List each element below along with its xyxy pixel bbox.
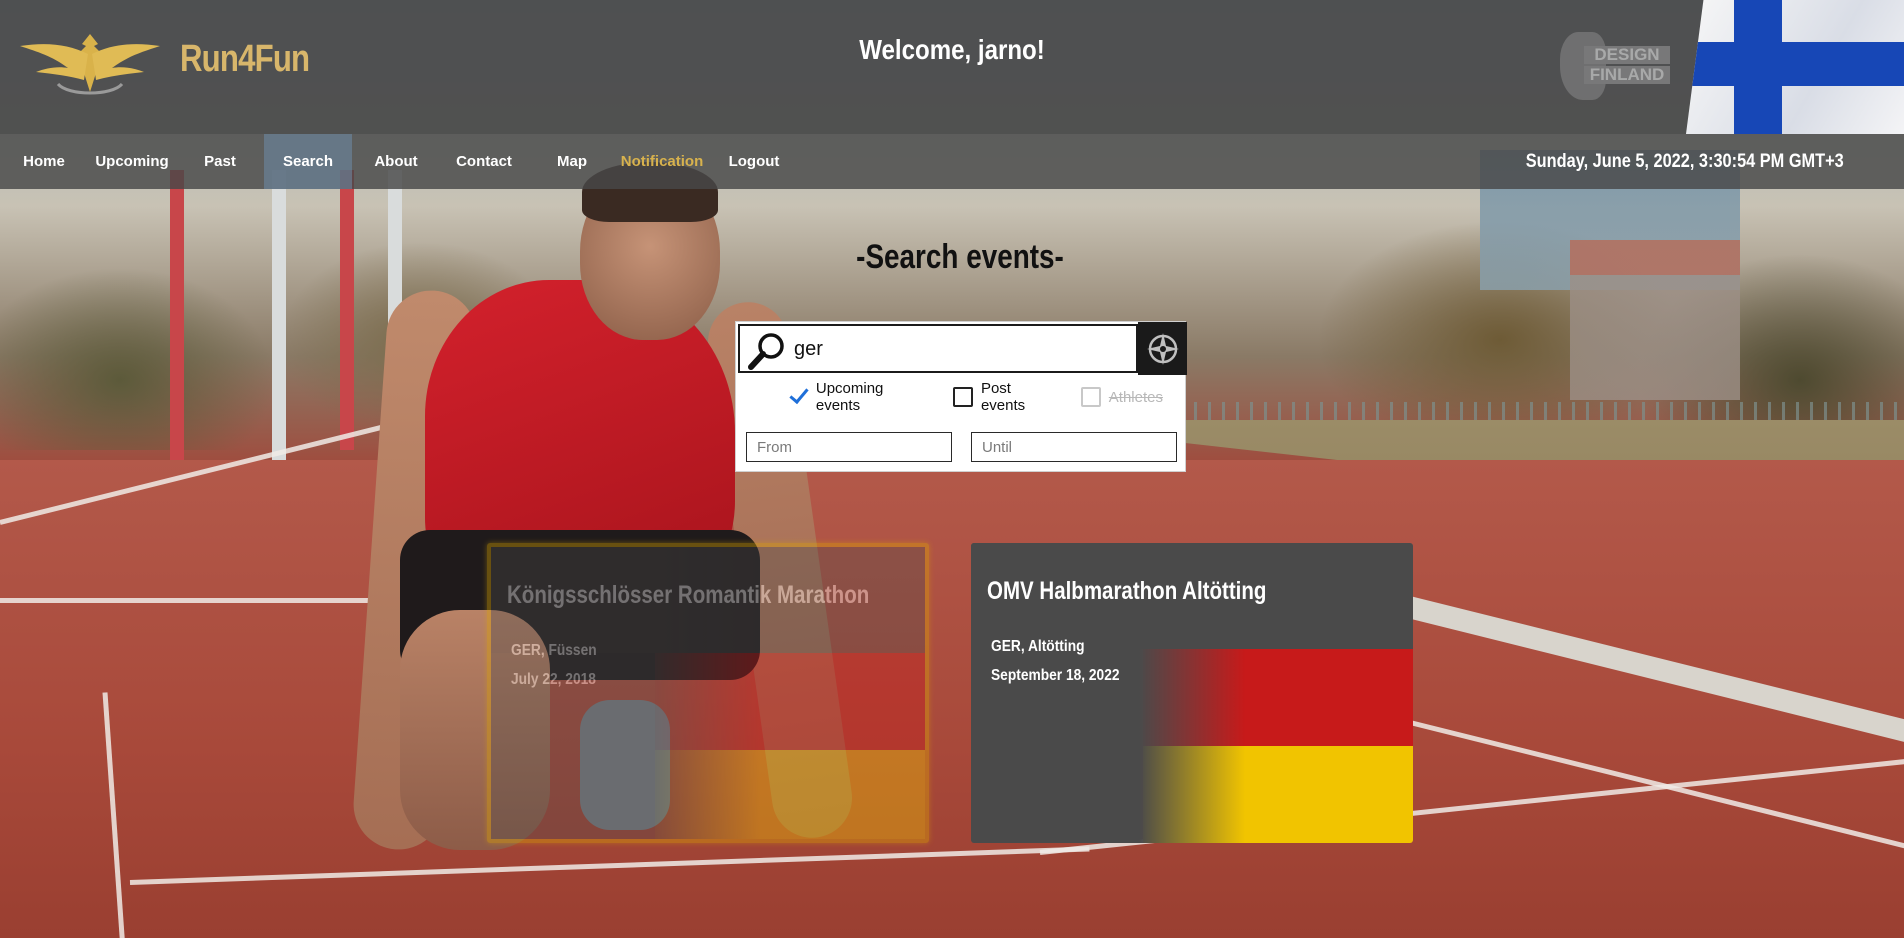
upcoming-events-option[interactable]: Upcoming events <box>788 380 931 414</box>
nav-contact[interactable]: Contact <box>440 134 528 189</box>
event-title: OMV Halbmarathon Altötting <box>987 577 1267 605</box>
event-date: July 22, 2018 <box>511 671 596 688</box>
nav-about[interactable]: About <box>352 134 440 189</box>
past-events-option[interactable]: Post events <box>953 380 1059 414</box>
compass-icon <box>1146 332 1179 365</box>
event-location: GER, Altötting <box>991 638 1085 655</box>
option-label: Upcoming events <box>815 380 884 414</box>
nav-notification[interactable]: Notification <box>618 134 706 189</box>
finland-flag-icon <box>1686 0 1904 134</box>
search-options: Upcoming events Post events Athletes <box>788 380 1185 414</box>
past-checkbox[interactable] <box>953 387 973 407</box>
main-nav: Home Upcoming Past Search About Contact … <box>0 134 1904 189</box>
option-label: Post events <box>980 380 1026 414</box>
upcoming-checkbox[interactable] <box>788 387 808 407</box>
search-box <box>738 324 1138 373</box>
from-date-input[interactable] <box>746 432 952 462</box>
design-finland-badge: DESIGN FINLAND <box>1560 32 1670 100</box>
search-input[interactable] <box>794 333 1124 365</box>
until-date-input[interactable] <box>971 432 1177 462</box>
nav-past[interactable]: Past <box>176 134 264 189</box>
athletes-checkbox <box>1080 387 1101 407</box>
locate-button[interactable] <box>1138 322 1187 375</box>
event-location: GER, Füssen <box>511 642 597 659</box>
background-pole <box>170 170 184 460</box>
page-title: -Search events- <box>856 238 1064 276</box>
nav-logout[interactable]: Logout <box>710 134 798 189</box>
nav-search[interactable]: Search <box>264 134 352 189</box>
event-date: September 18, 2022 <box>991 667 1120 684</box>
event-title: Königsschlösser Romantik Marathon <box>507 581 870 609</box>
current-datetime: Sunday, June 5, 2022, 3:30:54 PM GMT+3 <box>1525 150 1844 172</box>
search-panel: Upcoming events Post events Athletes <box>735 321 1187 472</box>
welcome-message: Welcome, jarno! <box>859 34 1045 65</box>
badge-text: FINLAND <box>1584 66 1670 84</box>
nav-upcoming[interactable]: Upcoming <box>88 134 176 189</box>
option-label: Athletes <box>1108 388 1163 406</box>
magnifier-icon[interactable] <box>748 332 786 370</box>
badge-text: DESIGN <box>1584 46 1670 64</box>
site-header: Run4Fun Welcome, jarno! DESIGN FINLAND <box>0 0 1904 134</box>
nav-home[interactable]: Home <box>0 134 88 189</box>
event-card[interactable]: OMV Halbmarathon Altötting GER, Altöttin… <box>971 543 1413 843</box>
background-pole <box>272 170 286 460</box>
athletes-option: Athletes <box>1080 387 1163 407</box>
event-card[interactable]: Königsschlösser Romantik Marathon GER, F… <box>487 543 929 843</box>
nav-map[interactable]: Map <box>528 134 616 189</box>
